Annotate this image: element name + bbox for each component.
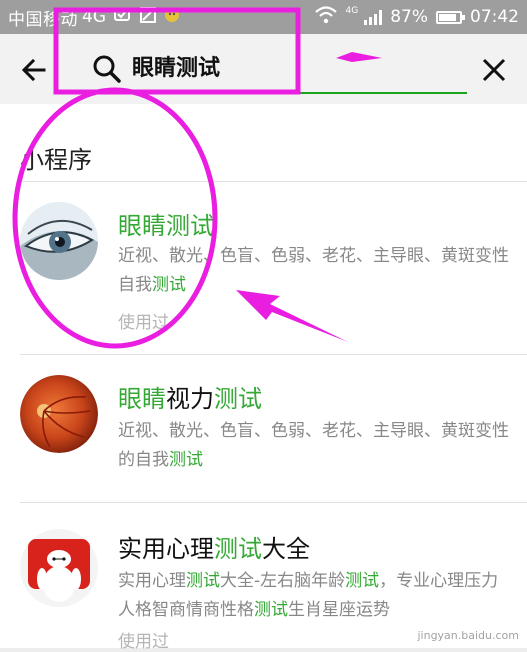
wifi-icon	[314, 5, 338, 29]
back-arrow-icon[interactable]	[18, 54, 50, 86]
result-item[interactable]: 眼睛视力测试 近视、散光、色盲、色弱、老花、主导眼、黄斑变性的自我测试	[0, 355, 527, 503]
search-results: 小程序 眼睛测试 近视、散光、色盲、色弱、老花、主导眼、黄斑变性自我测试 使用过	[0, 104, 527, 652]
desc-segment: 测试	[186, 571, 220, 591]
search-icon	[92, 54, 122, 84]
title-segment: 大全	[262, 535, 310, 563]
desc-segment: 测试	[254, 600, 288, 620]
image-notification-icon	[140, 6, 156, 28]
result-title: 眼睛视力测试	[118, 379, 262, 414]
search-input[interactable]: 眼睛测试	[132, 54, 220, 84]
desc-segment: 测试	[345, 571, 380, 591]
desc-segment: 测试	[152, 275, 186, 295]
result-description: 近视、散光、色盲、色弱、老花、主导眼、黄斑变性的自我测试	[118, 417, 510, 475]
desc-segment: 测试	[169, 450, 203, 470]
desc-segment: 大全-左右脑年龄	[220, 571, 346, 591]
desc-segment: 生肖星座运势	[288, 600, 390, 620]
desc-segment: 实用心理	[118, 571, 186, 591]
network-type: 4G	[82, 7, 106, 27]
title-segment: 眼睛	[118, 385, 166, 413]
status-bar: 中国移动 4G 4G 87% 07:42	[0, 0, 527, 34]
result-description: 实用心理测试大全-左右脑年龄测试，专业心理压力人格智商情商性格测试生肖星座运势	[118, 567, 510, 625]
clock: 07:42	[470, 7, 519, 27]
watermark: jingyan.baidu.com	[417, 629, 519, 642]
carrier-name: 中国移动	[8, 9, 78, 30]
app-notification-icon	[164, 7, 180, 28]
title-segment: 视力	[166, 385, 214, 413]
signal-icon	[364, 9, 383, 25]
result-item[interactable]: 眼睛测试 近视、散光、色盲、色弱、老花、主导眼、黄斑变性自我测试 使用过	[0, 182, 527, 354]
result-description: 近视、散光、色盲、色弱、老花、主导眼、黄斑变性自我测试	[118, 242, 510, 300]
section-title: 小程序	[20, 146, 92, 174]
title-segment: 测试	[214, 385, 262, 413]
search-header: 眼睛测试	[0, 34, 527, 104]
network-badge: 4G	[345, 6, 359, 16]
retina-icon	[20, 375, 98, 453]
title-segment: 测试	[214, 535, 262, 563]
notification-icon	[114, 7, 132, 28]
search-underline	[84, 92, 467, 94]
title-segment: 实用心理	[118, 535, 214, 563]
robot-mascot-icon	[20, 529, 98, 607]
result-title: 实用心理测试大全	[118, 529, 310, 564]
clear-search-icon[interactable]	[480, 56, 508, 84]
used-before-label: 使用过	[118, 632, 169, 652]
result-item[interactable]: 实用心理测试大全 实用心理测试大全-左右脑年龄测试，专业心理压力人格智商情商性格…	[0, 503, 527, 652]
battery-icon	[436, 10, 465, 24]
title-segment: 眼睛测试	[118, 212, 214, 240]
battery-fill	[439, 13, 457, 21]
used-before-label: 使用过	[118, 313, 169, 333]
battery-percent: 87%	[390, 7, 428, 27]
eye-photo-icon	[20, 202, 98, 280]
result-title: 眼睛测试	[118, 206, 214, 241]
